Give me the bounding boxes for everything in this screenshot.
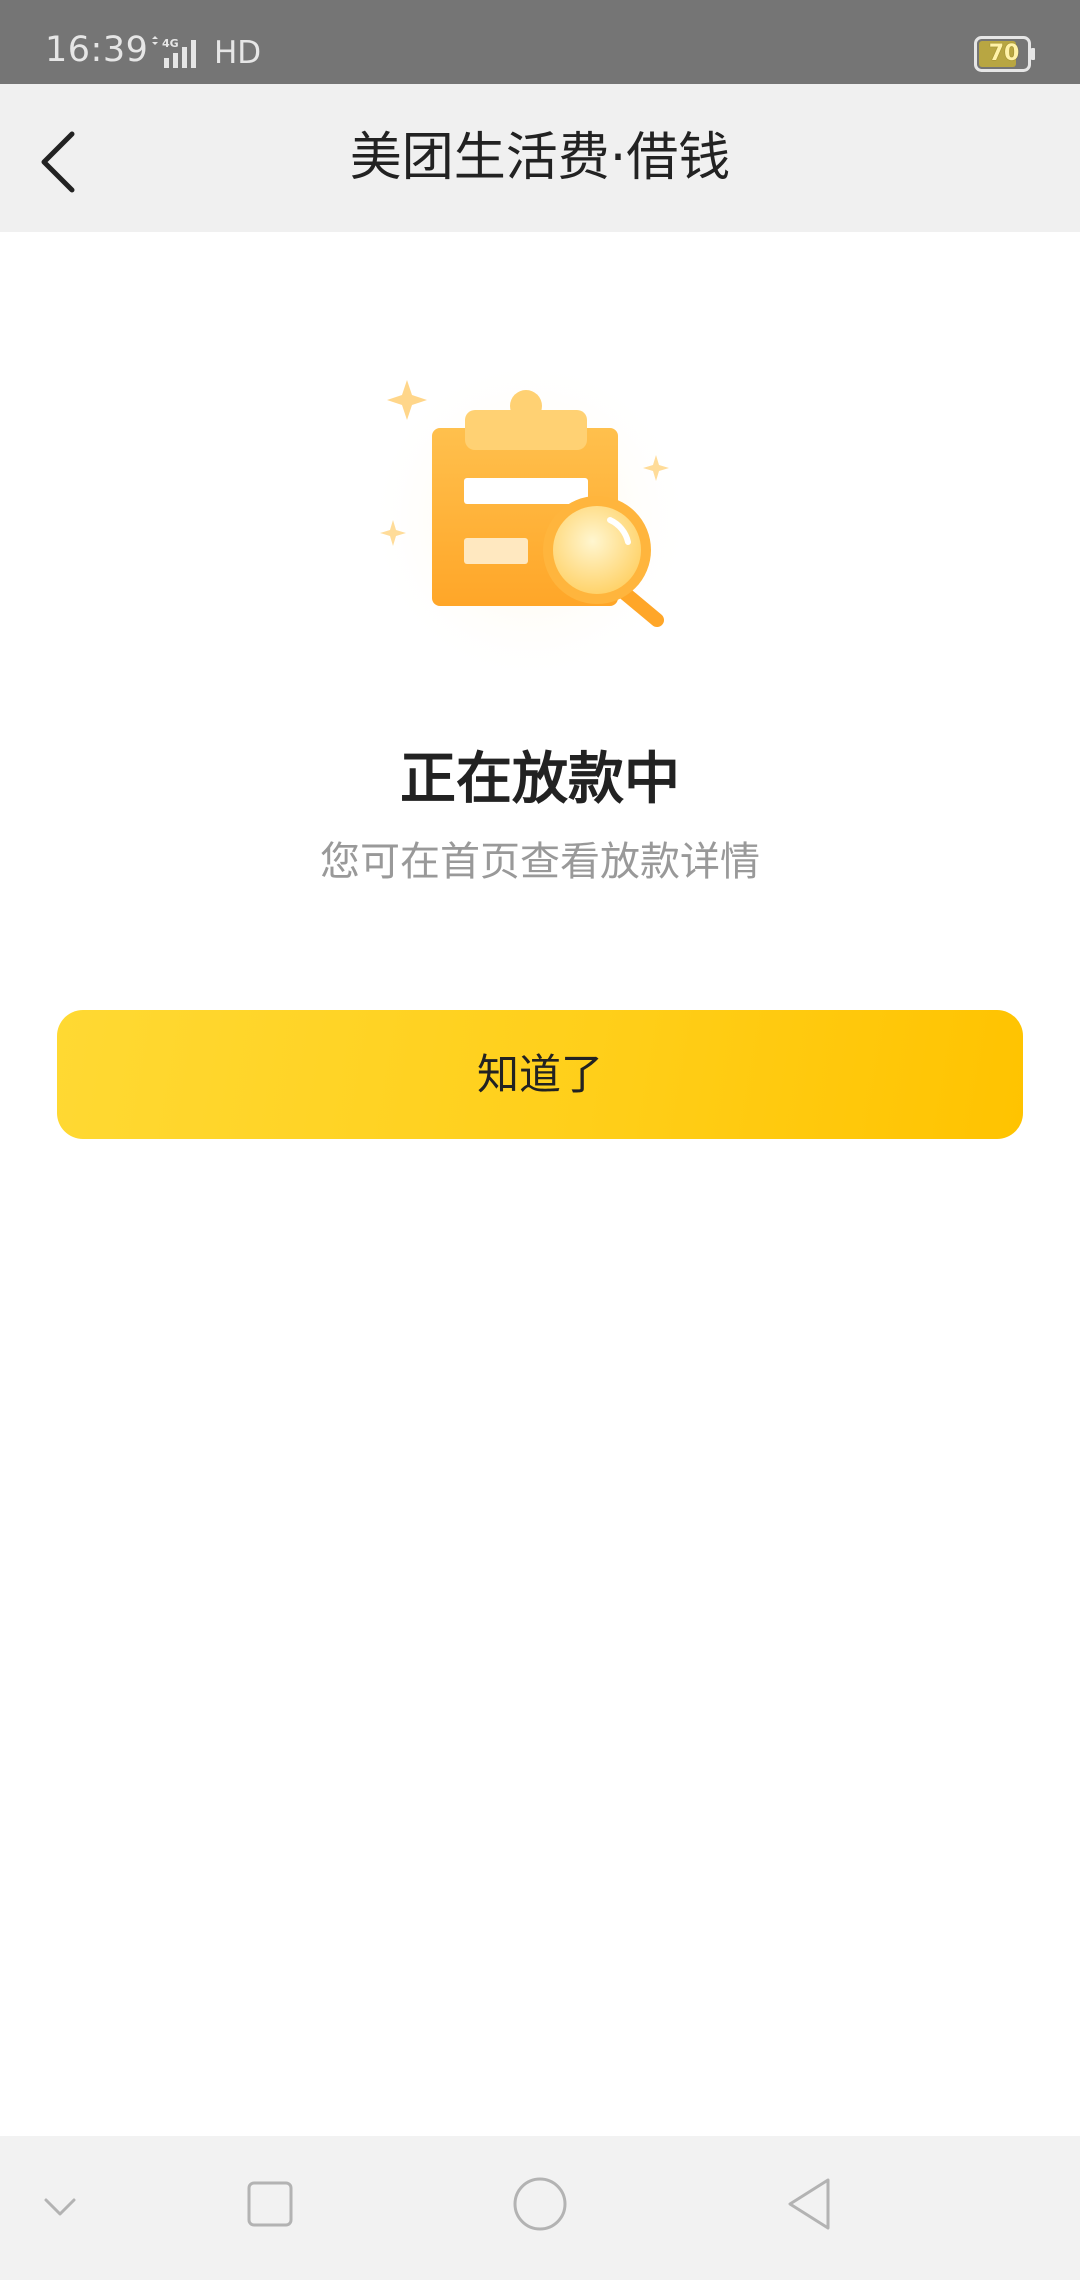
- page-title: 美团生活费·借钱: [349, 128, 731, 188]
- triangle-back-icon[interactable]: [784, 2176, 834, 2232]
- status-bar: 16:39 4G HD 70: [0, 0, 1080, 84]
- back-button[interactable]: [18, 104, 118, 214]
- svg-text:4G: 4G: [162, 37, 179, 50]
- chevron-down-icon[interactable]: [40, 2186, 80, 2226]
- status-time: 16:39: [45, 30, 149, 70]
- network-type-label: HD: [214, 35, 262, 71]
- chevron-left-icon: [41, 131, 75, 193]
- system-nav-bar: [0, 2136, 1080, 2280]
- confirm-button[interactable]: 知道了: [57, 1010, 1023, 1139]
- square-icon[interactable]: [246, 2180, 294, 2228]
- header-bar: 美团生活费·借钱: [0, 84, 1080, 232]
- battery-level: 70: [988, 41, 1020, 66]
- status-title: 正在放款中: [400, 747, 680, 812]
- circle-icon[interactable]: [512, 2176, 568, 2232]
- 4g-signal-icon: 4G: [152, 36, 196, 68]
- clipboard-search-icon: [365, 355, 695, 685]
- status-subtitle: 您可在首页查看放款详情: [320, 839, 760, 885]
